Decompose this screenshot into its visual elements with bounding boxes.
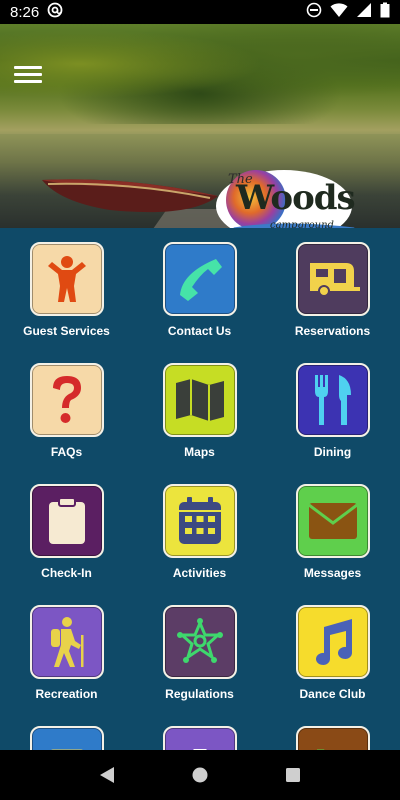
tile-label: Messages	[303, 566, 362, 580]
tile-label: Dance Club	[299, 687, 366, 701]
menu-line-icon	[14, 80, 42, 83]
phone-icon	[179, 259, 222, 301]
tile-label: Regulations	[165, 687, 234, 701]
messages-icon-box	[295, 484, 370, 558]
tile-contact-us[interactable]: Contact Us	[133, 228, 266, 349]
wifi-icon	[330, 2, 348, 22]
tile-label: Recreation	[35, 687, 98, 701]
logo-text-woods: Woods	[236, 178, 356, 218]
status-bar: 8:26	[0, 0, 400, 24]
dance-club-icon-box	[295, 605, 370, 679]
envelope-icon	[307, 503, 358, 539]
tile-maps[interactable]: Maps	[133, 349, 266, 470]
tile-label: Reservations	[294, 324, 371, 338]
signal-icon	[356, 2, 372, 22]
tile-partial-1[interactable]	[0, 712, 133, 750]
dining-icon-box	[295, 363, 370, 437]
tile-faqs[interactable]: FAQs	[0, 349, 133, 470]
camper-icon	[309, 263, 360, 297]
tile-label: FAQs	[50, 445, 83, 459]
menu-line-icon	[14, 73, 42, 76]
partial-tile-2-icon	[162, 726, 237, 750]
map-icon	[175, 379, 224, 421]
tile-recreation[interactable]: Recreation	[0, 591, 133, 712]
canoe-image	[42, 179, 218, 213]
home-circle-icon	[192, 767, 208, 783]
tile-activities[interactable]: Activities	[133, 470, 266, 591]
tile-label: Maps	[184, 445, 215, 459]
forest-background	[0, 24, 400, 124]
guest-services-icon-box	[29, 242, 104, 316]
status-time: 8:26	[10, 3, 40, 21]
clipboard-icon	[48, 497, 85, 544]
tile-regulations[interactable]: Regulations	[133, 591, 266, 712]
at-sign-notification-icon	[47, 2, 63, 22]
header-photo: The Woods campground	[0, 24, 400, 228]
music-note-icon	[315, 619, 352, 665]
app-screen: 8:26 The Woods campground Guest Services…	[0, 0, 400, 800]
hiker-icon	[50, 617, 83, 667]
question-icon	[52, 376, 81, 423]
back-button[interactable]	[92, 760, 122, 790]
tile-label: Activities	[172, 566, 227, 580]
tile-dance-club[interactable]: Dance Club	[266, 591, 399, 712]
hamburger-menu-button[interactable]	[14, 62, 42, 88]
fork-knife-icon	[314, 375, 351, 425]
partial-tile-3-glyph-icon	[316, 749, 324, 750]
tile-dining[interactable]: Dining	[266, 349, 399, 470]
tile-check-in[interactable]: Check-In	[0, 470, 133, 591]
reservations-icon-box	[295, 242, 370, 316]
partial-tile-1-icon	[29, 726, 104, 750]
partial-tile-3-icon	[295, 726, 370, 750]
tile-label: Guest Services	[23, 324, 110, 338]
menu-grid: Guest Services Contact Us Reservations F…	[0, 228, 400, 750]
maps-icon-box	[162, 363, 237, 437]
recents-square-icon	[286, 768, 301, 782]
regulations-icon-box	[162, 605, 237, 679]
do-not-disturb-icon	[306, 2, 322, 22]
logo-text-campground: campground	[270, 220, 334, 228]
tile-partial-2[interactable]	[133, 712, 266, 750]
contact-us-icon-box	[162, 242, 237, 316]
tile-reservations[interactable]: Reservations	[266, 228, 399, 349]
home-button[interactable]	[185, 760, 215, 790]
android-navigation-bar	[0, 750, 400, 800]
tile-label: Dining	[313, 445, 352, 459]
tile-partial-3[interactable]	[266, 712, 399, 750]
check-in-icon-box	[29, 484, 104, 558]
tile-label: Contact Us	[167, 324, 232, 338]
person-icon	[47, 256, 86, 302]
calendar-icon	[178, 497, 221, 544]
partial-tile-2-glyph-icon	[192, 749, 207, 750]
partial-tile-1-glyph-icon	[50, 749, 83, 750]
tile-label: Check-In	[41, 566, 92, 580]
battery-icon	[380, 2, 390, 22]
tile-messages[interactable]: Messages	[266, 470, 399, 591]
back-triangle-icon	[99, 767, 114, 783]
status-icons	[306, 2, 390, 22]
activities-icon-box	[162, 484, 237, 558]
faqs-icon-box	[29, 363, 104, 437]
menu-line-icon	[14, 66, 42, 69]
tile-guest-services[interactable]: Guest Services	[0, 228, 133, 349]
sheriff-star-icon	[176, 618, 223, 663]
recents-button[interactable]	[278, 760, 308, 790]
recreation-icon-box	[29, 605, 104, 679]
